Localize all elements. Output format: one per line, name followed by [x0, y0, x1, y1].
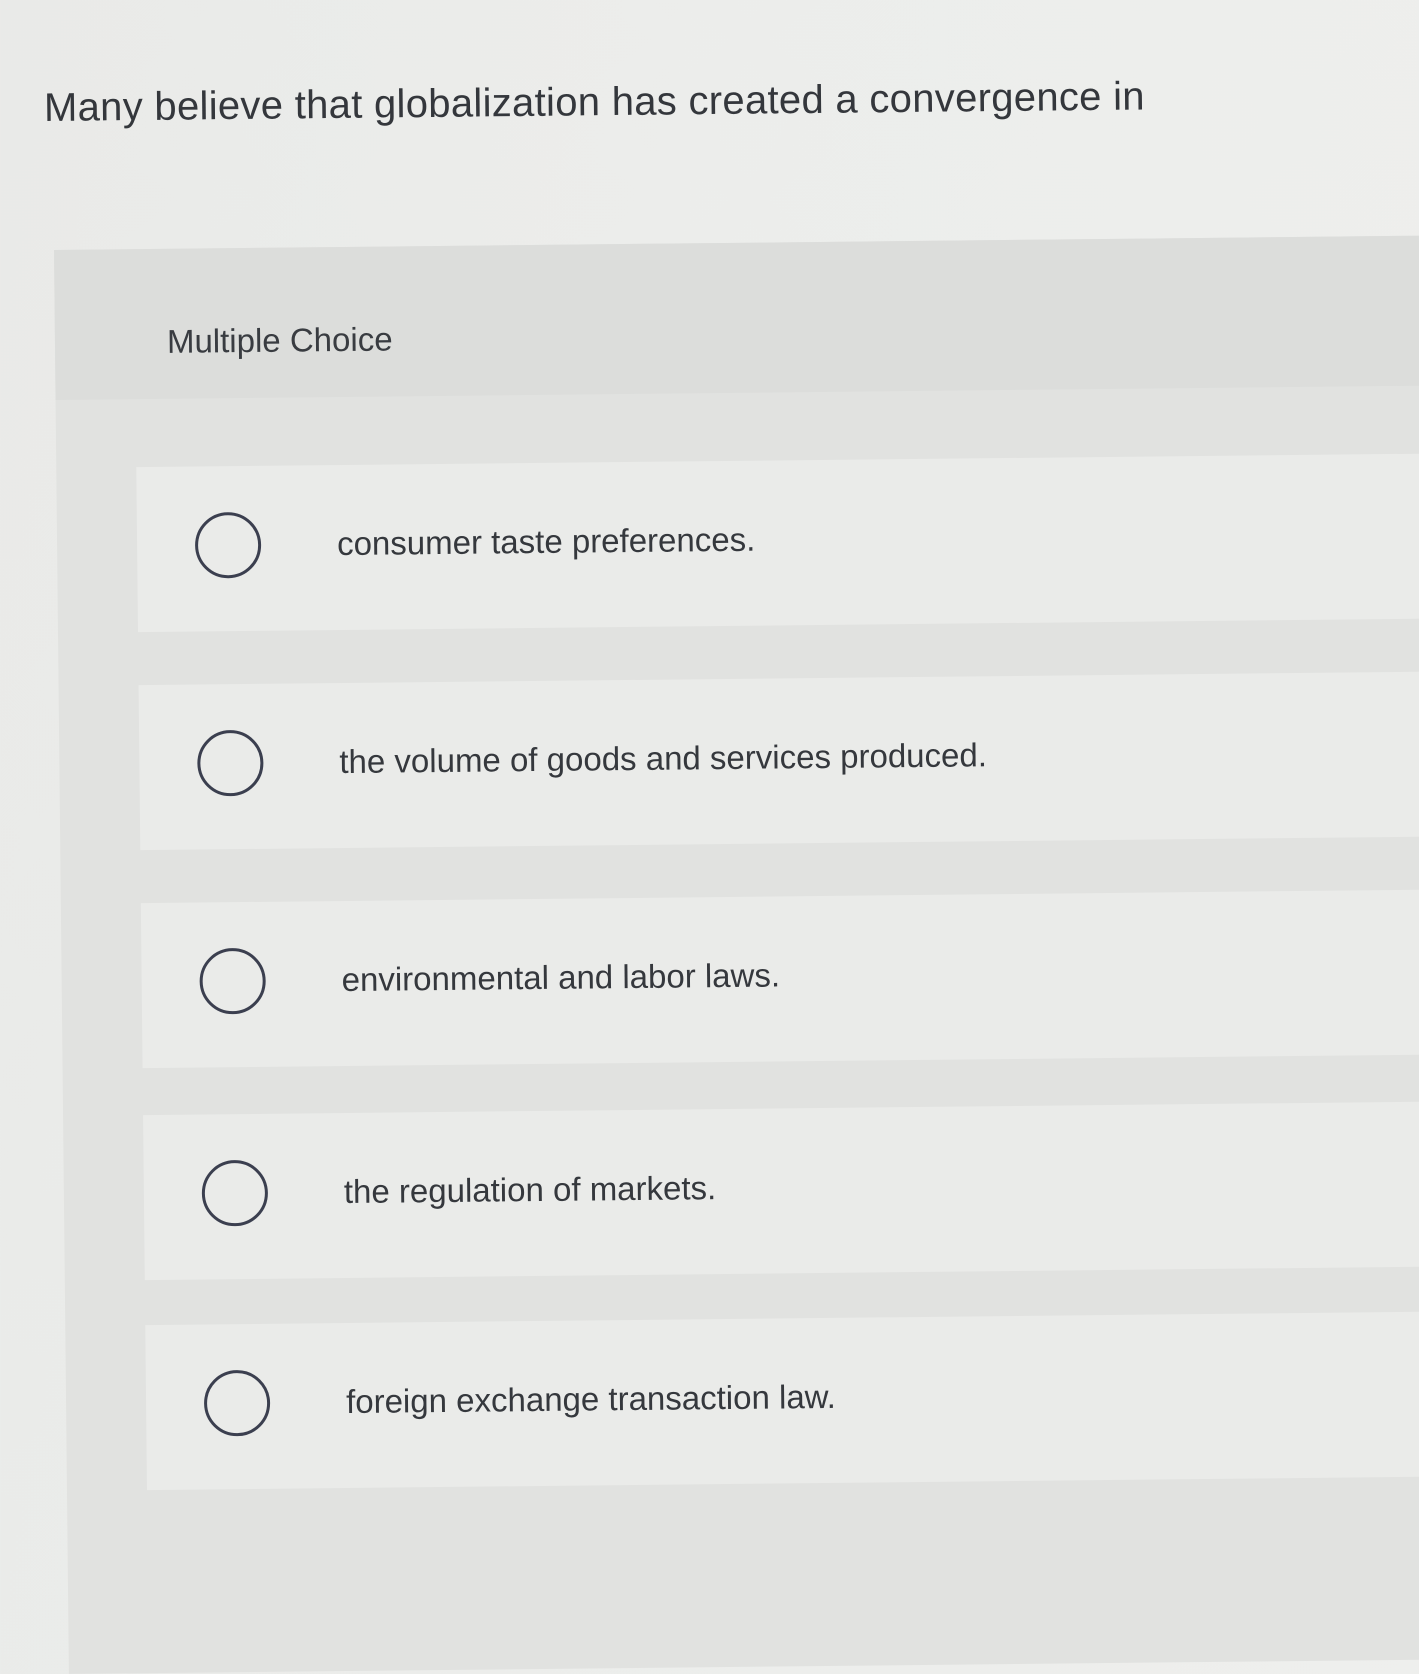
option-1[interactable]: consumer taste preferences. [136, 453, 1419, 633]
option-label[interactable]: consumer taste preferences. [337, 521, 756, 563]
option-4[interactable]: the regulation of markets. [143, 1101, 1419, 1281]
question-text: Many believe that globalization has crea… [43, 74, 1146, 130]
radio-button[interactable] [203, 1369, 271, 1437]
option-label[interactable]: environmental and labor laws. [341, 956, 780, 999]
radio-button[interactable] [199, 947, 267, 1015]
answer-panel: Multiple Choice consumer taste preferenc… [54, 235, 1419, 1674]
option-3[interactable]: environmental and labor laws. [140, 889, 1419, 1069]
radio-button[interactable] [201, 1159, 269, 1227]
option-label[interactable]: the volume of goods and services produce… [339, 736, 987, 781]
radio-button[interactable] [194, 511, 262, 579]
radio-button[interactable] [197, 729, 264, 797]
section-label: Multiple Choice [166, 320, 393, 360]
option-5[interactable]: foreign exchange transaction law. [145, 1311, 1419, 1491]
option-label[interactable]: foreign exchange transaction law. [346, 1378, 836, 1421]
option-2[interactable]: the volume of goods and services produce… [138, 671, 1419, 851]
panel-header: Multiple Choice [54, 235, 1419, 400]
option-label[interactable]: the regulation of markets. [344, 1169, 717, 1211]
